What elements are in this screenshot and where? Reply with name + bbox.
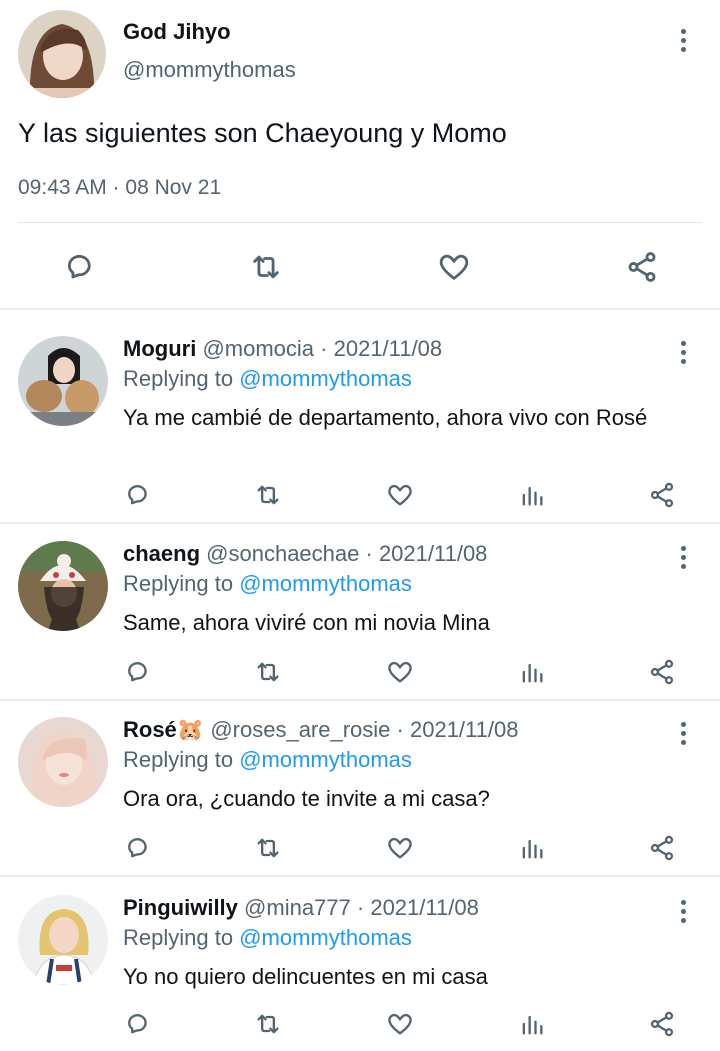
share-icon[interactable] (646, 833, 678, 863)
reply-icon[interactable] (122, 1009, 154, 1039)
tweet-timestamp: 09:43 AM · 08 Nov 21 (18, 176, 222, 199)
replying-to: Replying to @mommythomas (123, 571, 412, 597)
replying-to: Replying to @mommythomas (123, 925, 412, 951)
reply-date: · 2021/11/08 (396, 717, 519, 742)
more-icon[interactable] (678, 546, 688, 569)
reply-tweet[interactable]: Rosé🐹 @roses_are_rosie · 2021/11/08 Repl… (0, 705, 720, 875)
avatar[interactable] (18, 541, 108, 631)
retweet-icon[interactable] (252, 833, 284, 863)
more-icon[interactable] (678, 29, 688, 52)
replying-to-label: Replying to (123, 747, 234, 772)
divider (18, 222, 702, 223)
author-handle[interactable]: @mommythomas (123, 57, 296, 83)
mention-link[interactable]: @mommythomas (239, 366, 412, 391)
analytics-icon[interactable] (516, 833, 548, 863)
reply-text: Yo no quiero delincuentes en mi casa (123, 964, 488, 989)
divider (0, 522, 720, 524)
reply-header: Rosé🐹 @roses_are_rosie · 2021/11/08 (123, 717, 518, 743)
avatar[interactable] (18, 336, 108, 426)
reply-header: Pinguiwilly @mina777 · 2021/11/08 (123, 895, 479, 921)
mention-link[interactable]: @mommythomas (239, 747, 412, 772)
author-handle[interactable]: @mina777 (244, 895, 351, 920)
share-icon[interactable] (622, 248, 662, 286)
retweet-icon[interactable] (252, 480, 284, 510)
like-icon[interactable] (384, 657, 416, 687)
retweet-icon[interactable] (246, 248, 286, 286)
reply-icon[interactable] (60, 248, 100, 286)
avatar[interactable] (18, 895, 108, 985)
main-tweet: God Jihyo @mommythomas Y las siguientes … (0, 0, 720, 308)
share-icon[interactable] (646, 1009, 678, 1039)
reply-icon[interactable] (122, 657, 154, 687)
author-handle[interactable]: @sonchaechae (206, 541, 359, 566)
reply-date: · 2021/11/08 (365, 541, 488, 566)
mention-link[interactable]: @mommythomas (239, 571, 412, 596)
author-handle[interactable]: @momocia (202, 336, 314, 361)
reply-text: Ya me cambié de departamento, ahora vivo… (123, 405, 648, 430)
author-name[interactable]: Moguri (123, 336, 196, 361)
tweet-text: Y las siguientes son Chaeyoung y Momo (18, 118, 507, 148)
reply-date: · 2021/11/08 (356, 895, 479, 920)
more-icon[interactable] (678, 900, 688, 923)
reply-tweet[interactable]: Moguri @momocia · 2021/11/08 Replying to… (0, 324, 720, 522)
reply-tweet[interactable]: Pinguiwilly @mina777 · 2021/11/08 Replyi… (0, 883, 720, 1051)
retweet-icon[interactable] (252, 657, 284, 687)
author-name[interactable]: chaeng (123, 541, 200, 566)
reply-tweet[interactable]: chaeng @sonchaechae · 2021/11/08 Replyin… (0, 529, 720, 699)
like-icon[interactable] (384, 480, 416, 510)
share-icon[interactable] (646, 480, 678, 510)
replying-to: Replying to @mommythomas (123, 366, 412, 392)
author-name[interactable]: God Jihyo (123, 19, 231, 45)
analytics-icon[interactable] (516, 657, 548, 687)
divider (0, 308, 720, 310)
reply-text: Same, ahora viviré con mi novia Mina (123, 610, 490, 635)
divider (0, 875, 720, 877)
author-handle[interactable]: @roses_are_rosie (210, 717, 390, 742)
analytics-icon[interactable] (516, 1009, 548, 1039)
analytics-icon[interactable] (516, 480, 548, 510)
reply-icon[interactable] (122, 480, 154, 510)
reply-icon[interactable] (122, 833, 154, 863)
reply-text: Ora ora, ¿cuando te invite a mi casa? (123, 786, 490, 811)
reply-date: · 2021/11/08 (320, 336, 443, 361)
like-icon[interactable] (384, 833, 416, 863)
share-icon[interactable] (646, 657, 678, 687)
author-name[interactable]: Rosé🐹 (123, 717, 204, 742)
divider (0, 699, 720, 701)
replying-to-label: Replying to (123, 571, 234, 596)
avatar[interactable] (18, 10, 106, 98)
more-icon[interactable] (678, 722, 688, 745)
replying-to: Replying to @mommythomas (123, 747, 412, 773)
like-icon[interactable] (384, 1009, 416, 1039)
more-icon[interactable] (678, 341, 688, 364)
like-icon[interactable] (434, 248, 474, 286)
mention-link[interactable]: @mommythomas (239, 925, 412, 950)
avatar[interactable] (18, 717, 108, 807)
author-name[interactable]: Pinguiwilly (123, 895, 238, 920)
replying-to-label: Replying to (123, 366, 234, 391)
replying-to-label: Replying to (123, 925, 234, 950)
reply-header: Moguri @momocia · 2021/11/08 (123, 336, 442, 362)
reply-header: chaeng @sonchaechae · 2021/11/08 (123, 541, 487, 567)
retweet-icon[interactable] (252, 1009, 284, 1039)
